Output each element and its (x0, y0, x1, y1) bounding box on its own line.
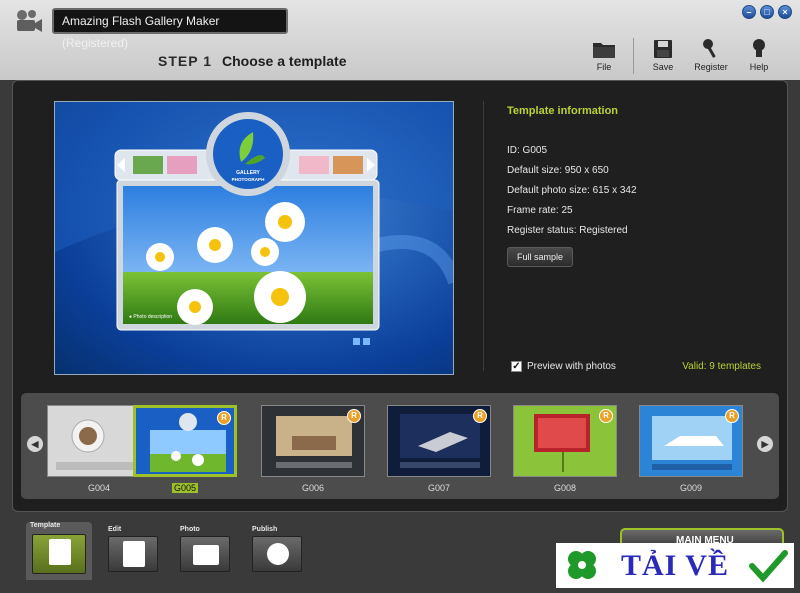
default-photo-size: Default photo size: 615 x 342 (507, 185, 637, 196)
valid-templates-count: Valid: 9 templates (682, 361, 761, 372)
template-label: G008 (553, 483, 577, 493)
tab-edit-label: Edit (108, 526, 122, 533)
register-button[interactable]: Register (692, 36, 730, 74)
minimize-icon[interactable]: – (742, 5, 756, 19)
tab-template[interactable]: Template (26, 522, 92, 580)
checkbox-checked-icon[interactable]: ✓ (511, 361, 522, 372)
step-header: STEP 1 Choose a template (158, 53, 346, 69)
save-button[interactable]: Save (644, 36, 682, 74)
folder-icon (585, 36, 623, 62)
key-icon (692, 36, 730, 62)
svg-text:PHOTOGRAPH: PHOTOGRAPH (232, 177, 266, 182)
template-info: Template information ID: G005 Default si… (507, 105, 777, 267)
template-info-heading: Template information (507, 105, 619, 117)
panel-divider (483, 101, 484, 371)
preview-logo-text: GALLERY (236, 170, 260, 176)
register-status: Register status: Registered (507, 225, 628, 236)
checkmark-icon (748, 549, 788, 582)
tab-publish[interactable]: Publish (248, 526, 306, 576)
clover-icon (568, 550, 596, 579)
full-sample-button[interactable]: Full sample (507, 247, 574, 267)
document-icon (49, 539, 71, 565)
template-id: ID: G005 (507, 145, 548, 156)
template-label: G006 (301, 483, 325, 493)
tab-photo[interactable]: Photo (176, 526, 234, 576)
toolbar: File Save Register Help (585, 36, 778, 74)
lightbulb-icon (740, 36, 778, 62)
notebook-pen-icon (123, 541, 145, 567)
help-button[interactable]: Help (740, 36, 778, 74)
floppy-icon (644, 36, 682, 62)
tab-photo-label: Photo (180, 526, 200, 533)
step-title: Choose a template (222, 53, 347, 69)
template-thumb-g005[interactable]: R (133, 405, 237, 477)
window-controls: – □ × (742, 5, 792, 19)
preview-image: GALLERY PHOTOGRAPH ● Photo description (55, 102, 453, 345)
template-thumb-g009[interactable]: R (639, 405, 743, 477)
picture-icon (193, 545, 219, 565)
watermark-text: TẢI VỀ (621, 548, 729, 582)
title-bar: Amazing Flash Gallery Maker (Registered)… (0, 0, 800, 50)
save-label: Save (652, 62, 674, 72)
premium-badge-icon: R (347, 409, 361, 423)
preview-caption: ● Photo description (129, 314, 172, 320)
thumbnail-strip: ◀ R G004 R G005 (21, 393, 779, 499)
premium-badge-icon: R (217, 411, 231, 425)
scroll-right-arrow-icon[interactable]: ▶ (757, 436, 773, 452)
preview-with-photos-checkbox[interactable]: ✓ Preview with photos (511, 361, 616, 372)
template-thumb-g008[interactable]: R (513, 405, 617, 477)
premium-badge-icon: R (599, 409, 613, 423)
register-label: Register (694, 62, 728, 72)
toolbar-divider (633, 38, 634, 74)
template-label-selected: G005 (171, 483, 199, 493)
template-thumb-g007[interactable]: R (387, 405, 491, 477)
frame-rate: Frame rate: 25 (507, 205, 573, 216)
tab-edit[interactable]: Edit (104, 526, 162, 576)
step-number: STEP 1 (158, 53, 212, 69)
file-label: File (596, 62, 612, 72)
close-icon[interactable]: × (778, 5, 792, 19)
help-label: Help (749, 62, 769, 72)
template-label: G007 (427, 483, 451, 493)
template-preview: GALLERY PHOTOGRAPH ● Photo description (54, 101, 454, 375)
template-thumb-g006[interactable]: R (261, 405, 365, 477)
preview-with-photos-label: Preview with photos (527, 361, 616, 372)
tab-template-label: Template (30, 522, 61, 529)
app-window: Amazing Flash Gallery Maker (Registered)… (0, 0, 800, 593)
camera-logo-icon (17, 10, 42, 32)
file-button[interactable]: File (585, 36, 623, 74)
default-size: Default size: 950 x 650 (507, 165, 609, 176)
globe-icon (267, 543, 289, 565)
restore-icon[interactable]: □ (760, 5, 774, 19)
premium-badge-icon: R (473, 409, 487, 423)
scroll-left-arrow-icon[interactable]: ◀ (27, 436, 43, 452)
tab-publish-label: Publish (252, 526, 278, 533)
template-label: G009 (679, 483, 703, 493)
main-panel: GALLERY PHOTOGRAPH ● Photo description T… (12, 80, 788, 512)
premium-badge-icon: R (725, 409, 739, 423)
window-title: Amazing Flash Gallery Maker (Registered) (52, 8, 288, 50)
watermark-banner: TẢI VỀ (556, 543, 794, 588)
